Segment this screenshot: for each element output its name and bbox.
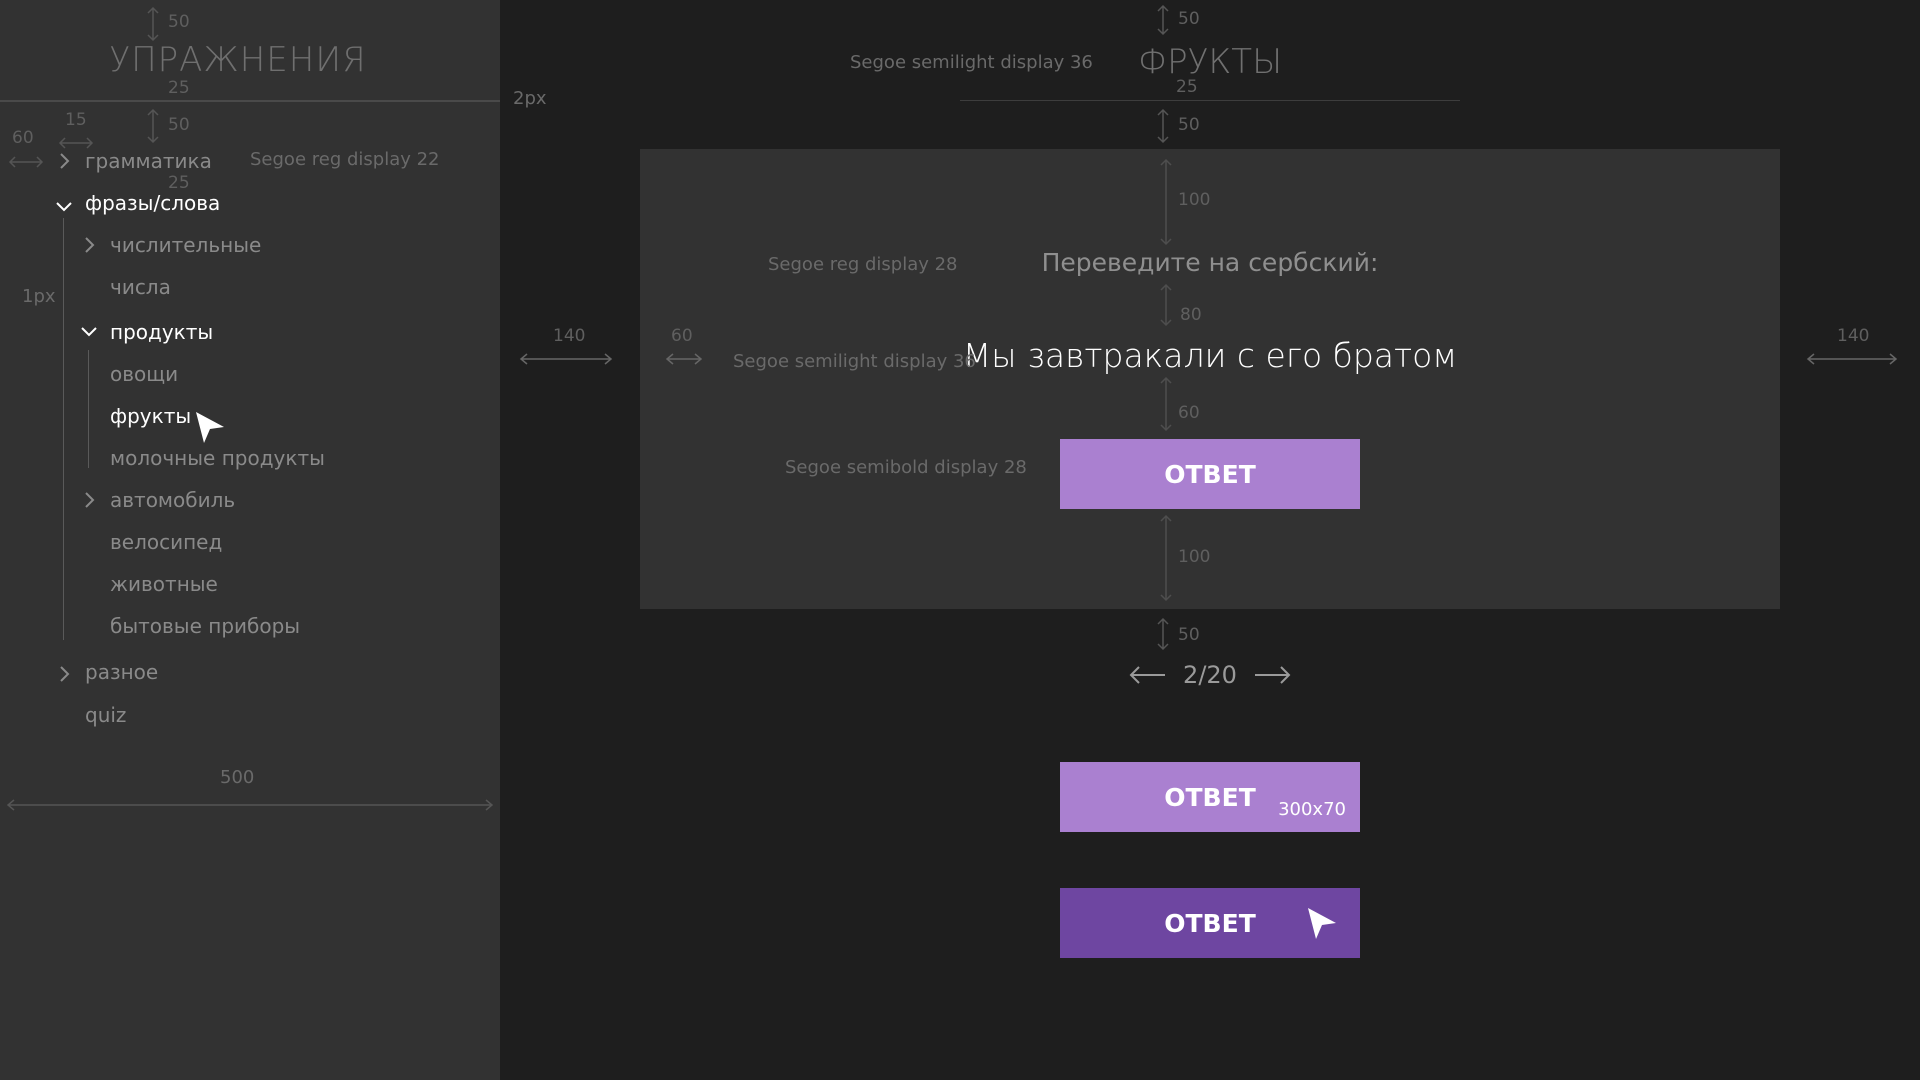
- font-annotation: Segoe semibold display 28: [785, 457, 1027, 478]
- tree-guide-line: [88, 350, 89, 468]
- spacing-annotation: 100: [1178, 190, 1211, 210]
- chevron-right-icon[interactable]: [54, 151, 74, 171]
- sidebar: УПРАЖНЕНИЯ грамматика фразы/слова числит…: [0, 0, 500, 1080]
- spacing-arrow-icon: [1160, 283, 1172, 327]
- answer-button-label: ОТВЕТ: [1164, 782, 1256, 812]
- arrow-left-icon[interactable]: [1125, 663, 1169, 687]
- spacing-annotation: 25: [1176, 77, 1198, 97]
- spacing-annotation: 80: [1180, 305, 1202, 325]
- chevron-down-icon[interactable]: [54, 197, 74, 217]
- spacing-arrow-icon: [1160, 514, 1172, 602]
- chevron-right-icon[interactable]: [54, 664, 74, 684]
- sidebar-item-dairy[interactable]: молочные продукты: [110, 446, 325, 470]
- answer-button-label: ОТВЕТ: [1164, 908, 1256, 938]
- size-annotation: 300x70: [1278, 799, 1346, 820]
- sidebar-title: УПРАЖНЕНИЯ: [109, 40, 367, 80]
- spacing-arrow-icon: [1806, 353, 1898, 365]
- sidebar-divider: [0, 100, 500, 102]
- title-underline: [960, 100, 1460, 101]
- spacing-annotation: 50: [168, 115, 190, 135]
- spacing-annotation: 60: [12, 128, 34, 148]
- width-annotation: 500: [220, 767, 255, 788]
- chevron-down-icon[interactable]: [79, 322, 99, 342]
- spacing-arrow-icon: [58, 137, 94, 149]
- spacing-annotation: 140: [1837, 326, 1870, 346]
- spacing-annotation: 50: [168, 12, 190, 32]
- spacing-annotation: 140: [553, 326, 586, 346]
- sidebar-item-car[interactable]: автомобиль: [110, 488, 235, 512]
- spacing-arrow-icon: [147, 108, 159, 144]
- sidebar-item-grammar[interactable]: грамматика: [85, 149, 212, 173]
- spacing-arrow-icon: [1157, 4, 1169, 36]
- font-annotation: Segoe semilight display 36: [850, 52, 1093, 73]
- spacing-annotation: 25: [168, 173, 190, 193]
- spacing-annotation: 50: [1178, 115, 1200, 135]
- sidebar-item-misc[interactable]: разное: [85, 660, 158, 684]
- spacing-arrow-icon: [1157, 108, 1169, 144]
- page-counter: 2/20: [1183, 661, 1237, 689]
- sidebar-item-appliances[interactable]: бытовые приборы: [110, 614, 300, 638]
- width-arrow-icon: [6, 799, 494, 811]
- sidebar-item-vegetables[interactable]: овощи: [110, 362, 178, 386]
- sidebar-item-bicycle[interactable]: велосипед: [110, 530, 222, 554]
- sidebar-item-products[interactable]: продукты: [110, 320, 213, 344]
- sidebar-item-animals[interactable]: животные: [110, 572, 218, 596]
- tree-guide-line: [63, 218, 64, 640]
- chevron-right-icon[interactable]: [79, 235, 99, 255]
- line-width-annotation: 2px: [513, 88, 547, 109]
- spacing-annotation: 100: [1178, 547, 1211, 567]
- spacing-arrow-icon: [665, 353, 703, 365]
- mouse-pointer-icon: [196, 412, 224, 443]
- sidebar-item-numerals[interactable]: числительные: [110, 233, 261, 257]
- spacing-annotation: 50: [1178, 9, 1200, 29]
- spacing-arrow-icon: [519, 353, 613, 365]
- sidebar-item-numbers[interactable]: числа: [110, 275, 171, 299]
- font-annotation: Segoe semilight display 36: [733, 351, 976, 372]
- sidebar-item-phrases[interactable]: фразы/слова: [85, 191, 220, 215]
- answer-button-state-default[interactable]: ОТВЕТ 300x70: [1060, 762, 1360, 832]
- answer-button[interactable]: ОТВЕТ: [1060, 439, 1360, 509]
- sidebar-item-fruits[interactable]: фрукты: [110, 404, 191, 428]
- line-width-annotation: 1px: [22, 286, 56, 307]
- font-annotation: Segoe reg display 22: [250, 149, 440, 170]
- spacing-arrow-icon: [1160, 158, 1172, 246]
- spacing-annotation: 60: [671, 326, 693, 346]
- spacing-annotation: 25: [168, 78, 190, 98]
- spacing-annotation: 50: [1178, 625, 1200, 645]
- spacing-arrow-icon: [1157, 617, 1169, 651]
- arrow-right-icon[interactable]: [1251, 663, 1295, 687]
- mouse-pointer-icon: [1308, 908, 1336, 939]
- spacing-annotation: 60: [1178, 403, 1200, 423]
- spacing-arrow-icon: [1160, 376, 1172, 432]
- exercise-card: [640, 149, 1780, 609]
- spacing-arrow-icon: [147, 6, 159, 42]
- answer-button-state-pressed[interactable]: ОТВЕТ: [1060, 888, 1360, 958]
- spacing-annotation: 15: [65, 110, 87, 130]
- spacing-arrow-icon: [8, 156, 44, 168]
- font-annotation: Segoe reg display 28: [768, 254, 958, 275]
- sidebar-item-quiz[interactable]: quiz: [85, 703, 126, 727]
- chevron-right-icon[interactable]: [79, 490, 99, 510]
- pager: 2/20: [1090, 655, 1330, 695]
- answer-button-label: ОТВЕТ: [1164, 459, 1256, 489]
